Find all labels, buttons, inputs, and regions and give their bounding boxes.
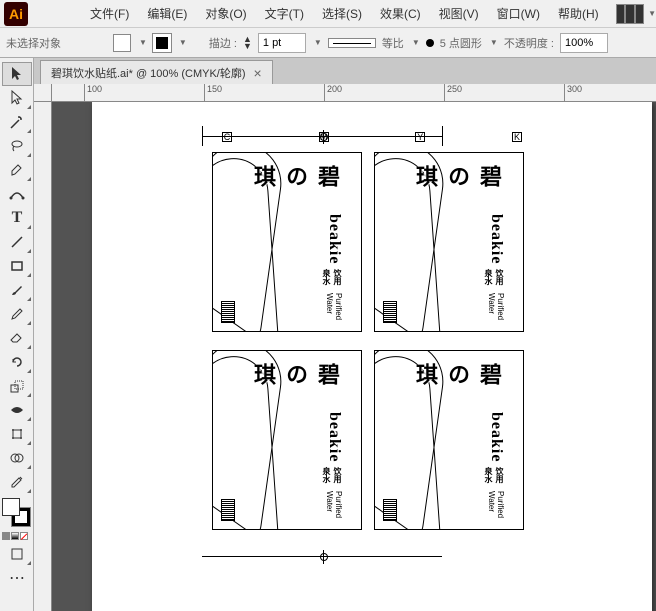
line-tool[interactable]: [2, 230, 32, 254]
document-tab-bar: 碧琪饮水贴纸.ai* @ 100% (CMYK/轮廓) ×: [34, 58, 656, 84]
label-artwork-grid: 碧の琪 beakie 饮用泉水 Purified Water 碧の琪: [212, 152, 524, 530]
fill-swatch[interactable]: [113, 34, 131, 52]
menu-select[interactable]: 选择(S): [314, 0, 370, 28]
vertical-ruler[interactable]: [34, 102, 52, 611]
stroke-profile[interactable]: [328, 38, 376, 48]
horizontal-ruler[interactable]: 100 150 200 250 300: [52, 84, 656, 102]
pen-tool[interactable]: [2, 158, 32, 182]
reg-c-icon: C: [222, 132, 232, 142]
label-sub1-text: 饮用泉水: [247, 269, 343, 289]
menu-file[interactable]: 文件(F): [82, 0, 137, 28]
control-bar: 未选择对象 ▼ ▼ 描边 : ▲▼ ▼ 等比 ▼ 5 点圆形 ▼ 不透明度 :: [0, 28, 656, 58]
tool-panel: T ⋯: [0, 58, 34, 611]
selection-status: 未选择对象: [6, 35, 61, 51]
reg-k-icon: K: [512, 132, 522, 142]
direct-selection-tool[interactable]: [2, 86, 32, 110]
stroke-label: 描边 :: [209, 35, 237, 51]
scale-tool[interactable]: [2, 374, 32, 398]
paintbrush-tool[interactable]: [2, 278, 32, 302]
fill-color-icon[interactable]: [2, 498, 20, 516]
lasso-tool[interactable]: [2, 134, 32, 158]
menu-effect[interactable]: 效果(C): [372, 0, 429, 28]
brush-dropdown-icon[interactable]: ▼: [490, 38, 498, 47]
barcode-icon: [221, 499, 235, 521]
ruler-origin[interactable]: [34, 84, 52, 102]
reg-y-icon: Y: [415, 132, 425, 142]
brush-preview-icon: [426, 39, 434, 47]
pencil-tool[interactable]: [2, 302, 32, 326]
rotate-tool[interactable]: [2, 350, 32, 374]
label-sub2-text: Purified Water: [247, 293, 343, 325]
selection-tool[interactable]: [2, 62, 32, 86]
label-cjk-text: 碧の琪: [247, 165, 343, 210]
workspace-switcher-icon[interactable]: [616, 4, 644, 24]
workspace-dropdown-icon[interactable]: ▼: [648, 9, 656, 18]
label-instance: 碧の琪 beakie 饮用泉水 Purified Water: [212, 350, 362, 530]
magic-wand-tool[interactable]: [2, 110, 32, 134]
type-tool[interactable]: T: [2, 206, 32, 230]
label-instance: 碧の琪 beakie 饮用泉水 Purified Water: [212, 152, 362, 332]
trim-line-top: [202, 136, 442, 137]
crosshair-top-icon: [317, 130, 331, 144]
menu-edit[interactable]: 编辑(E): [139, 0, 195, 28]
registration-marks: C M Y K: [222, 132, 522, 144]
eyedropper-tool[interactable]: [2, 470, 32, 494]
curvature-tool[interactable]: [2, 182, 32, 206]
menu-object[interactable]: 对象(O): [197, 0, 254, 28]
stroke-swatch[interactable]: [153, 34, 171, 52]
document-tab-title: 碧琪饮水贴纸.ai* @ 100% (CMYK/轮廓): [51, 65, 246, 81]
profile-dropdown-icon[interactable]: ▼: [412, 38, 420, 47]
barcode-icon: [383, 301, 397, 323]
fill-dropdown-icon[interactable]: ▼: [139, 38, 147, 47]
menu-help[interactable]: 帮助(H): [550, 0, 607, 28]
width-tool[interactable]: [2, 398, 32, 422]
label-instance: 碧の琪 beakie 饮用泉水 Purified Water: [374, 152, 524, 332]
uniform-label: 等比: [382, 35, 404, 51]
trim-line-bottom: [202, 556, 442, 557]
document-area: 碧琪饮水贴纸.ai* @ 100% (CMYK/轮廓) × 100 150 20…: [34, 58, 656, 611]
eraser-tool[interactable]: [2, 326, 32, 350]
free-transform-tool[interactable]: [2, 422, 32, 446]
crosshair-bottom-icon: [317, 550, 331, 564]
fill-stroke-indicator[interactable]: [2, 498, 30, 526]
stepper-icon[interactable]: ▲▼: [243, 36, 252, 50]
screen-mode-tool[interactable]: [2, 542, 32, 566]
barcode-icon: [383, 499, 397, 521]
label-latin-text: beakie: [247, 214, 343, 264]
menu-bar: Ai 文件(F) 编辑(E) 对象(O) 文字(T) 选择(S) 效果(C) 视…: [0, 0, 656, 28]
canvas[interactable]: C M Y K 碧の琪: [52, 102, 656, 611]
stroke-weight-dropdown-icon[interactable]: ▼: [314, 38, 322, 47]
stroke-dropdown-icon[interactable]: ▼: [179, 38, 187, 47]
menu-view[interactable]: 视图(V): [431, 0, 487, 28]
document-tab[interactable]: 碧琪饮水贴纸.ai* @ 100% (CMYK/轮廓) ×: [40, 60, 273, 84]
barcode-icon: [221, 301, 235, 323]
close-icon[interactable]: ×: [254, 65, 262, 81]
trim-line-right: [442, 126, 443, 146]
label-instance: 碧の琪 beakie 饮用泉水 Purified Water: [374, 350, 524, 530]
menu-type[interactable]: 文字(T): [257, 0, 312, 28]
opacity-label: 不透明度 :: [504, 35, 554, 51]
artboard: C M Y K 碧の琪: [92, 102, 652, 611]
edit-toolbar-button[interactable]: ⋯: [2, 566, 32, 590]
app-logo: Ai: [4, 2, 28, 26]
shape-builder-tool[interactable]: [2, 446, 32, 470]
stroke-weight-input[interactable]: [258, 33, 306, 53]
trim-line-left: [202, 126, 203, 146]
opacity-input[interactable]: [560, 33, 608, 53]
rectangle-tool[interactable]: [2, 254, 32, 278]
menu-window[interactable]: 窗口(W): [489, 0, 548, 28]
brush-value[interactable]: 5 点圆形: [440, 35, 482, 51]
color-mode-row[interactable]: [0, 530, 33, 542]
